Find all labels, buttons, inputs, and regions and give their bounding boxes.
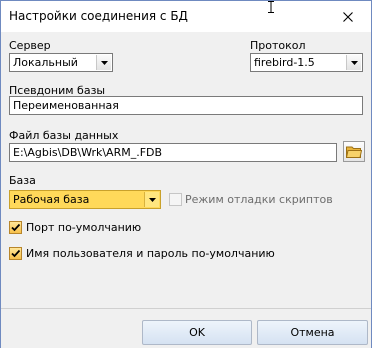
window-title: Настройки соединения с БД bbox=[9, 9, 188, 23]
close-button[interactable] bbox=[325, 1, 371, 32]
server-select[interactable]: Локальный bbox=[9, 53, 113, 72]
database-dropdown-button[interactable] bbox=[144, 192, 159, 207]
dbfile-value: E:\Agbis\DB\Wrk\ARM_.FDB bbox=[13, 146, 163, 159]
browse-folder-button[interactable] bbox=[343, 141, 365, 162]
chevron-down-icon bbox=[350, 60, 358, 65]
protocol-label: Протокол bbox=[250, 39, 306, 52]
dbfile-label: Файл базы данных bbox=[9, 129, 119, 142]
protocol-dropdown-button[interactable] bbox=[346, 55, 361, 70]
ok-button[interactable]: OK bbox=[142, 320, 252, 345]
title-bar: Настройки соединения с БД bbox=[1, 1, 371, 32]
dialog-footer: OK Отмена bbox=[1, 308, 371, 348]
ok-button-label: OK bbox=[189, 326, 205, 339]
database-value: Рабочая база bbox=[13, 193, 90, 206]
cancel-button[interactable]: Отмена bbox=[257, 320, 368, 345]
default-credentials-label: Имя пользователя и пароль по-умолчанию bbox=[26, 247, 275, 260]
default-credentials-checkbox[interactable] bbox=[9, 247, 22, 260]
check-icon bbox=[11, 223, 21, 232]
cancel-button-label: Отмена bbox=[290, 326, 335, 339]
database-select[interactable]: Рабочая база bbox=[9, 190, 161, 209]
dialog-body: Сервер Локальный Протокол firebird-1.5 П… bbox=[1, 32, 371, 308]
server-value: Локальный bbox=[13, 56, 78, 69]
server-label: Сервер bbox=[9, 39, 51, 52]
close-icon bbox=[343, 11, 353, 22]
chevron-down-icon bbox=[100, 60, 108, 65]
alias-input[interactable]: Переименованная bbox=[9, 96, 363, 115]
default-port-label: Порт по-умолчанию bbox=[26, 221, 142, 234]
database-label: База bbox=[9, 174, 36, 187]
text-cursor-icon bbox=[268, 1, 274, 13]
debug-mode-checkbox[interactable] bbox=[169, 193, 182, 206]
alias-value: Переименованная bbox=[13, 99, 119, 112]
protocol-select[interactable]: firebird-1.5 bbox=[250, 53, 363, 72]
default-port-checkbox[interactable] bbox=[9, 221, 22, 234]
dbfile-input[interactable]: E:\Agbis\DB\Wrk\ARM_.FDB bbox=[9, 143, 337, 162]
debug-mode-label: Режим отладки скриптов bbox=[185, 193, 333, 206]
check-icon bbox=[11, 249, 21, 258]
connection-settings-dialog: Настройки соединения с БД Сервер Локальн… bbox=[0, 0, 372, 348]
server-dropdown-button[interactable] bbox=[96, 55, 111, 70]
folder-icon bbox=[346, 146, 362, 158]
protocol-value: firebird-1.5 bbox=[254, 56, 315, 69]
chevron-down-icon bbox=[148, 197, 156, 202]
